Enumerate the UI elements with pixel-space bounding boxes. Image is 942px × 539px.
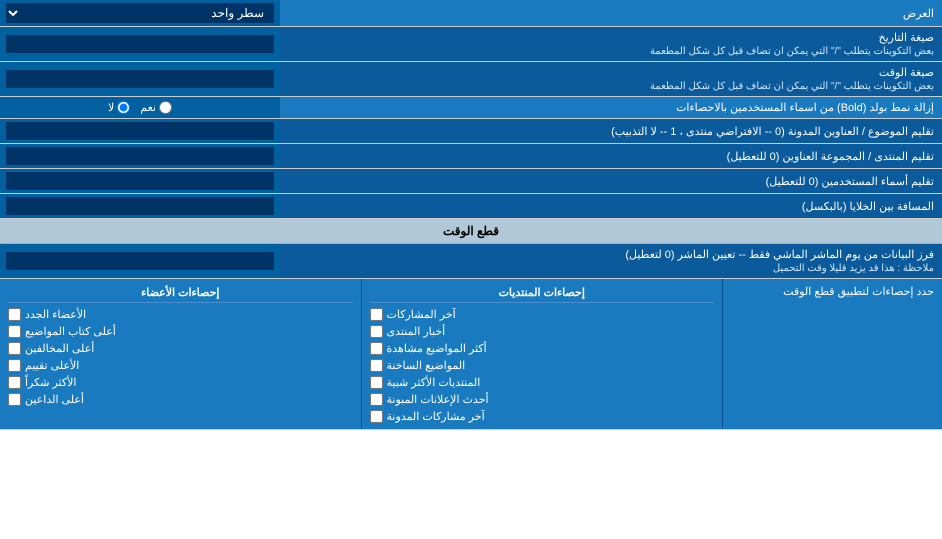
- checkbox-latest-announcements: أحدث الإعلانات المبونة: [370, 391, 715, 408]
- checkbox-hot-topics-input[interactable]: [370, 359, 383, 372]
- display-select[interactable]: سطر واحد سطرين ثلاثة أسطر: [6, 3, 274, 23]
- time-format-input-cell: H:i: [0, 62, 280, 96]
- checkbox-top-violators: أعلى الداعين: [8, 391, 353, 408]
- checkbox-top-writers: أعلى كتاب المواضيع: [8, 323, 353, 340]
- bold-remove-yes-label[interactable]: نعم: [140, 101, 172, 114]
- checkbox-similar-forums-input[interactable]: [370, 376, 383, 389]
- checkbox-blog-posts-input[interactable]: [370, 410, 383, 423]
- time-cut-sublabel: ملاحظة : هذا قد يزيد قليلا وقت التحميل: [773, 263, 934, 274]
- forum-order-label: تقليم المنتدى / المجموعة العناوين (0 للت…: [280, 144, 942, 168]
- checkbox-most-thanks-input[interactable]: [8, 376, 21, 389]
- cell-spacing-label: المسافة بين الخلايا (بالبكسل): [280, 194, 942, 218]
- checkbox-new-members: الأعضاء الجدد: [8, 306, 353, 323]
- checkbox-last-posts-input[interactable]: [370, 308, 383, 321]
- username-trim-input-cell: 0: [0, 169, 280, 193]
- display-select-cell: سطر واحد سطرين ثلاثة أسطر: [0, 0, 280, 26]
- forum-order-input-cell: 33: [0, 144, 280, 168]
- checkbox-most-thanks: الأكثر شكراً: [8, 374, 353, 391]
- topics-order-input[interactable]: 33: [6, 122, 274, 140]
- stats-forums-col: إحصاءات المنتديات آخر المشاركات أخبار ال…: [361, 279, 723, 429]
- checkbox-forum-news: أخبار المنتدى: [370, 323, 715, 340]
- cell-spacing-input[interactable]: 2: [6, 197, 274, 215]
- checkbox-most-viewed: أكثر المواضيع مشاهدة: [370, 340, 715, 357]
- checkbox-most-viewed-input[interactable]: [370, 342, 383, 355]
- bold-remove-label: إزالة نمط بولد (Bold) من اسماء المستخدمي…: [280, 97, 942, 118]
- display-label: العرض: [280, 0, 942, 26]
- time-format-input[interactable]: H:i: [6, 70, 274, 88]
- bold-remove-no-label[interactable]: لا: [108, 101, 130, 114]
- bold-remove-no-radio[interactable]: [117, 101, 130, 114]
- checkbox-top-rated-input[interactable]: [8, 359, 21, 372]
- stats-forums-header: إحصاءات المنتديات: [370, 283, 715, 303]
- checkbox-similar-forums: المنتديات الأكثر شبية: [370, 374, 715, 391]
- date-format-label: صيغة التاريخ: [879, 31, 934, 44]
- checkbox-forum-news-input[interactable]: [370, 325, 383, 338]
- cell-spacing-input-cell: 2: [0, 194, 280, 218]
- time-format-label: صيغة الوقت: [879, 66, 934, 79]
- time-cut-input-cell: 0: [0, 244, 280, 278]
- date-format-sublabel: بعض التكوينات يتطلب "/" التي يمكن ان تضا…: [650, 46, 934, 57]
- time-format-label-cell: صيغة الوقت بعض التكوينات يتطلب "/" التي …: [280, 62, 942, 96]
- date-format-label-cell: صيغة التاريخ بعض التكوينات يتطلب "/" الت…: [280, 27, 942, 61]
- username-trim-input[interactable]: 0: [6, 172, 274, 190]
- checkbox-top-writers-input[interactable]: [8, 325, 21, 338]
- time-cut-label-cell: فرز البيانات من يوم الماشر الماشي فقط --…: [280, 244, 942, 278]
- stats-members-header: إحصاءات الأعضاء: [8, 283, 353, 303]
- date-format-input[interactable]: d-m: [6, 35, 274, 53]
- bold-remove-yes-radio[interactable]: [159, 101, 172, 114]
- bold-remove-options: نعم لا: [0, 97, 280, 118]
- checkbox-new-members-input[interactable]: [8, 308, 21, 321]
- checkbox-top-rated: الأعلى تقييم: [8, 357, 353, 374]
- time-format-sublabel: بعض التكوينات يتطلب "/" التي يمكن ان تضا…: [650, 81, 934, 92]
- checkbox-blog-posts: آخر مشاركات المدونة: [370, 408, 715, 425]
- forum-order-input[interactable]: 33: [6, 147, 274, 165]
- topics-order-label: تقليم الموضوع / العناوين المدونة (0 -- ا…: [280, 119, 942, 143]
- topics-order-input-cell: 33: [0, 119, 280, 143]
- checkbox-top-inviters-input[interactable]: [8, 342, 21, 355]
- checkbox-hot-topics: المواضيع الساخنة: [370, 357, 715, 374]
- time-cut-header: قطع الوقت: [0, 219, 942, 244]
- checkbox-top-violators-input[interactable]: [8, 393, 21, 406]
- stats-limit-label: حدد إحصاءات لتطبيق قطع الوقت: [722, 279, 942, 429]
- checkbox-latest-announcements-input[interactable]: [370, 393, 383, 406]
- time-cut-input[interactable]: 0: [6, 252, 274, 270]
- checkbox-last-posts: آخر المشاركات: [370, 306, 715, 323]
- username-trim-label: تقليم أسماء المستخدمين (0 للتعطيل): [280, 169, 942, 193]
- stats-members-col: إحصاءات الأعضاء الأعضاء الجدد أعلى كتاب …: [0, 279, 361, 429]
- date-format-input-cell: d-m: [0, 27, 280, 61]
- checkbox-top-inviters: أعلى المخالفين: [8, 340, 353, 357]
- time-cut-label: فرز البيانات من يوم الماشر الماشي فقط --…: [625, 248, 934, 261]
